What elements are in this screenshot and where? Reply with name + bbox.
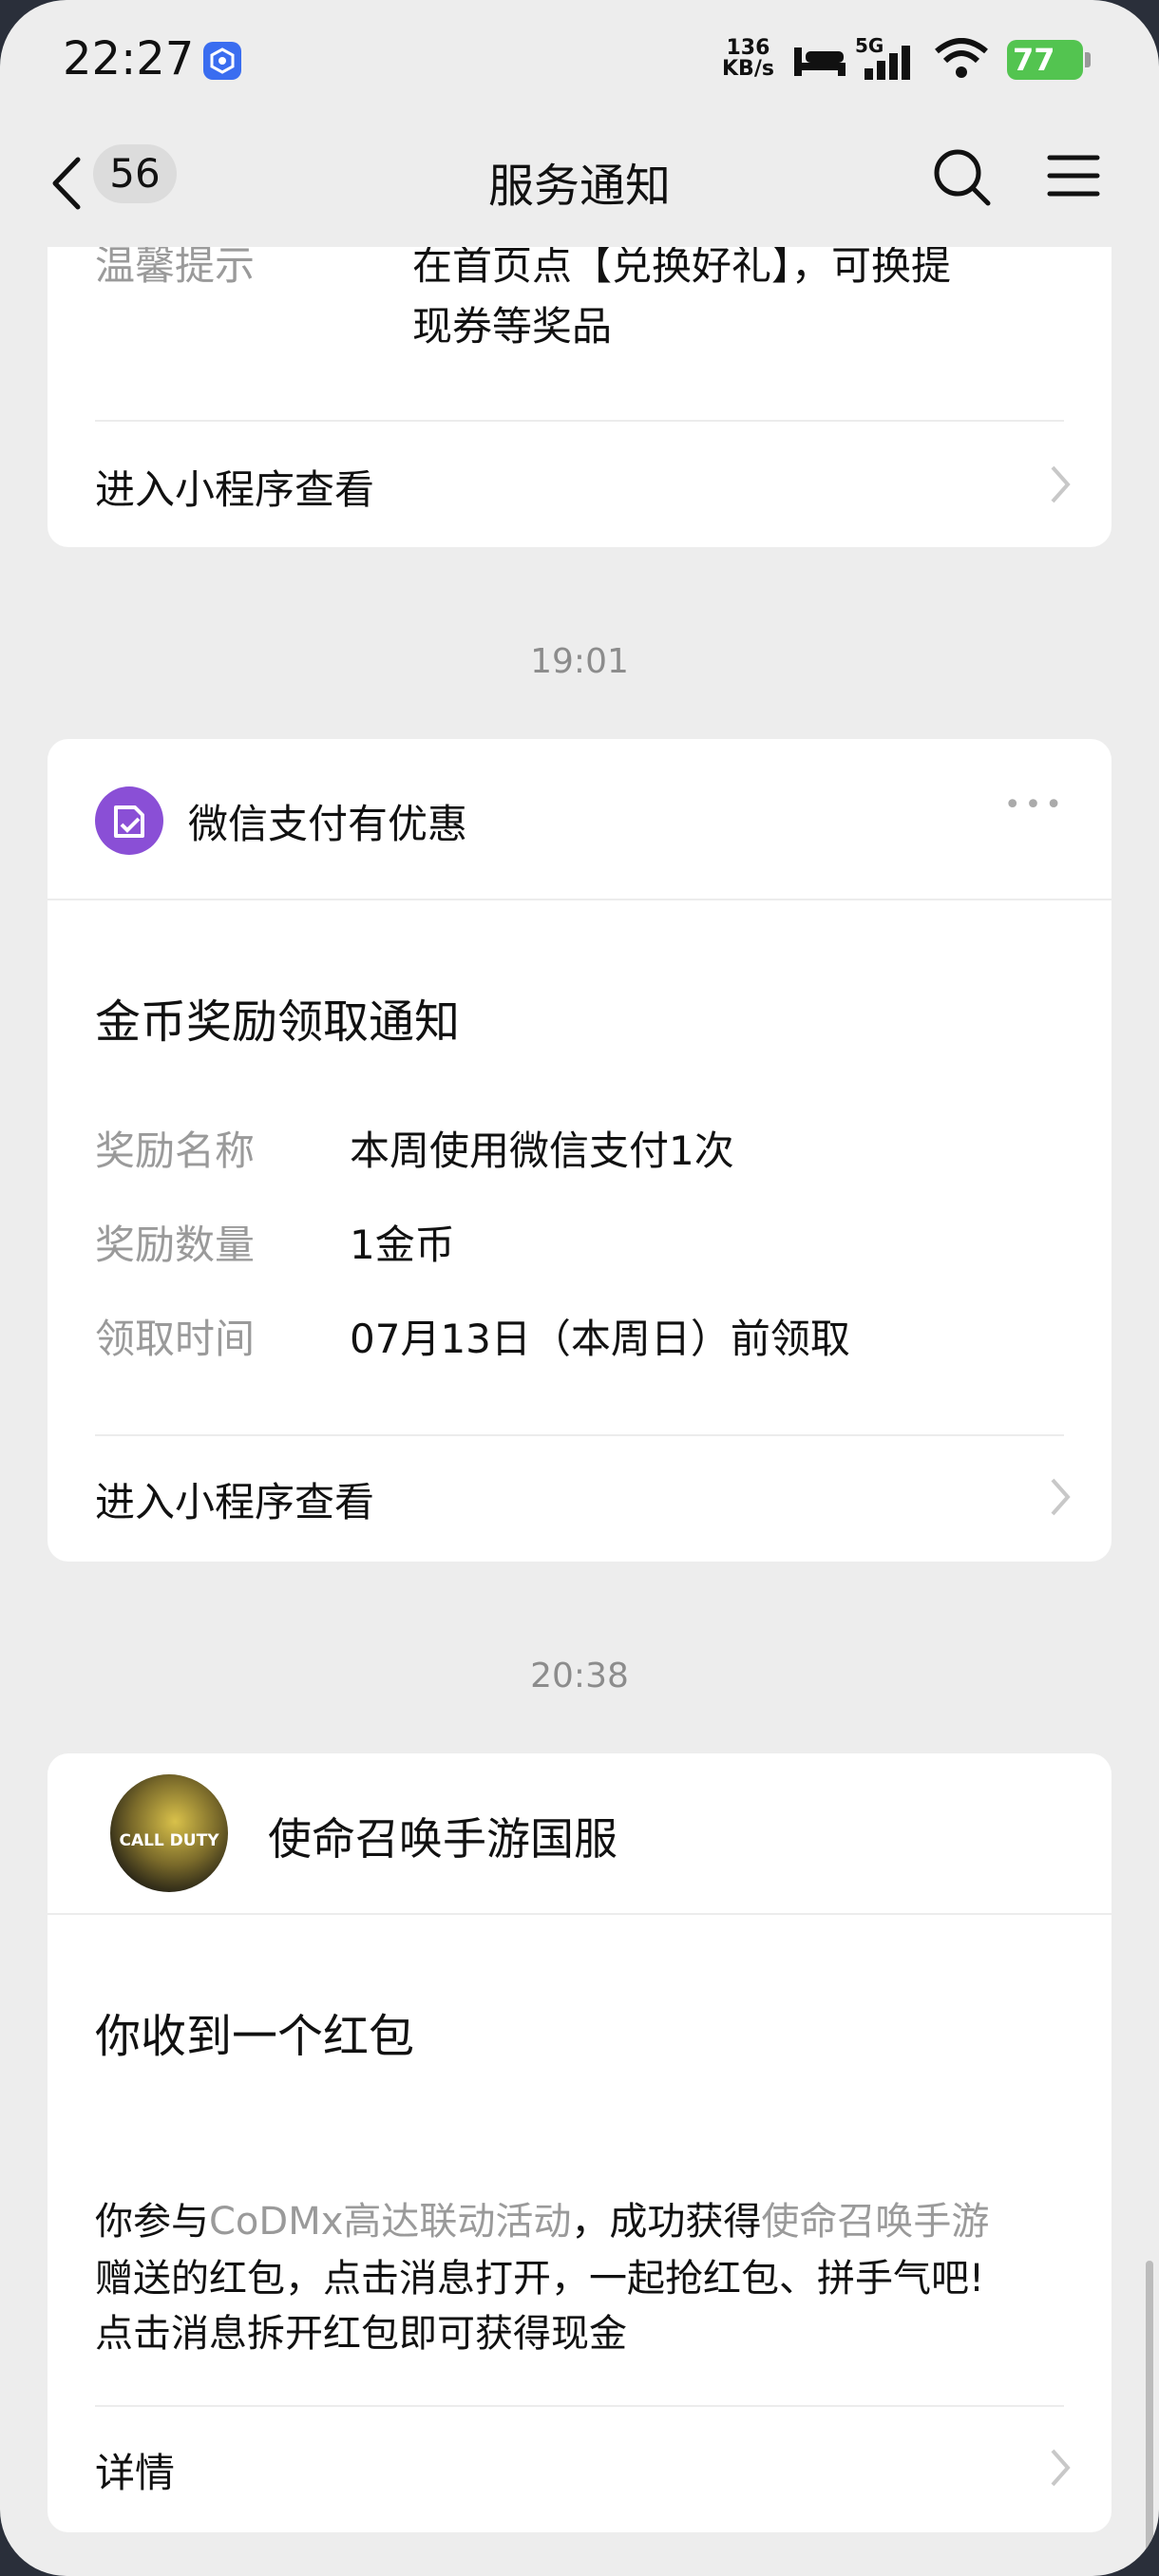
reward-amount-value: 1金币 xyxy=(350,1222,455,1268)
reward-amount-label: 奖励数量 xyxy=(95,1222,256,1268)
notification-card-red-packet[interactable]: CALL DUTY 使命召唤手游国服 你收到一个红包 你参与CoDMx高达联动活… xyxy=(48,1753,1112,2532)
details-link[interactable]: 详情 xyxy=(95,2441,175,2499)
body-line1: 你参与CoDMx高达联动活动，成功获得使命召唤手游 xyxy=(95,2190,989,2245)
app-notification-icon xyxy=(203,42,241,80)
divider xyxy=(95,2405,1064,2407)
body-text: 你参与 xyxy=(95,2200,209,2244)
signal-icon xyxy=(864,46,910,80)
avatar-logo-text: CALL DUTY xyxy=(119,1831,219,1850)
sender-name: 微信支付有优惠 xyxy=(188,801,468,847)
phone-screen: 22:27 136 KB/s 5G 77 56 服务通知 温馨提示 在首页点【兑… xyxy=(0,0,1159,2576)
timestamp: 19:01 xyxy=(530,642,629,681)
body-line2: 赠送的红包，点击消息打开，一起抢红包、拼手气吧! xyxy=(95,2257,985,2301)
game-link[interactable]: 使命召唤手游 xyxy=(761,2200,989,2244)
reward-name-label: 奖励名称 xyxy=(95,1127,256,1174)
open-miniprogram-link[interactable]: 进入小程序查看 xyxy=(95,1470,374,1528)
more-options-icon[interactable]: ••• xyxy=(1004,788,1066,822)
avatar: CALL DUTY xyxy=(110,1774,228,1892)
header-divider xyxy=(48,1913,1112,1915)
nav-bar: 56 服务通知 xyxy=(0,123,1159,247)
battery-indicator: 77 xyxy=(1007,40,1091,80)
wechat-pay-icon xyxy=(95,786,163,855)
chevron-right-icon xyxy=(1051,2449,1071,2487)
net-speed: 136 KB/s xyxy=(722,38,774,80)
chevron-right-icon xyxy=(1051,465,1071,503)
status-bar: 22:27 136 KB/s 5G 77 xyxy=(0,0,1159,123)
chevron-right-icon xyxy=(1051,1478,1071,1516)
bed-icon xyxy=(794,47,846,76)
claim-time-value: 07月13日（本周日）前领取 xyxy=(350,1316,850,1362)
open-miniprogram-link[interactable]: 进入小程序查看 xyxy=(95,458,374,516)
notification-headline: 金币奖励领取通知 xyxy=(95,995,461,1049)
menu-icon[interactable] xyxy=(1047,152,1100,199)
status-time: 22:27 xyxy=(63,32,195,85)
body-text: ，成功获得 xyxy=(571,2200,762,2244)
scrollbar[interactable] xyxy=(1146,2261,1153,2565)
net-speed-value: 136 xyxy=(726,36,770,60)
tip-value-line2: 现券等奖品 xyxy=(412,303,613,350)
header-divider xyxy=(48,899,1112,900)
notification-card-wechat-pay[interactable]: 微信支付有优惠 ••• 金币奖励领取通知 奖励名称 本周使用微信支付1次 奖励数… xyxy=(48,739,1112,1562)
notification-headline: 你收到一个红包 xyxy=(95,2010,415,2063)
divider xyxy=(95,1434,1064,1436)
body-line3: 点击消息拆开红包即可获得现金 xyxy=(95,2312,627,2356)
claim-time-label: 领取时间 xyxy=(95,1316,256,1362)
reward-name-value: 本周使用微信支付1次 xyxy=(350,1127,734,1174)
wifi-icon xyxy=(935,38,988,78)
sender-name: 使命召唤手游国服 xyxy=(268,1813,618,1865)
timestamp: 20:38 xyxy=(530,1657,629,1695)
divider xyxy=(95,420,1064,422)
net-speed-unit: KB/s xyxy=(722,57,774,81)
activity-link[interactable]: CoDMx高达联动活动 xyxy=(209,2200,571,2244)
search-icon[interactable] xyxy=(931,146,994,209)
